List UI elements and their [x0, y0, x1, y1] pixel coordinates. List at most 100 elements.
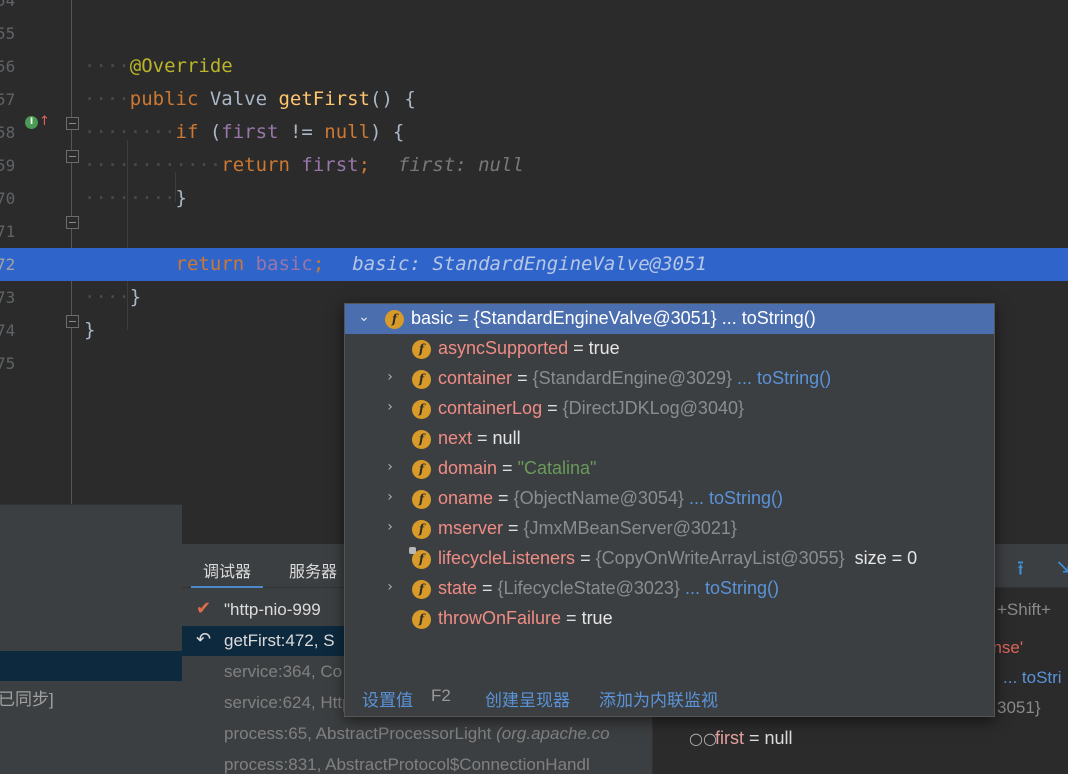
- line-number[interactable]: 55: [0, 24, 16, 43]
- code-line[interactable]: 54: [0, 0, 1068, 17]
- code-text: ········if (first != null) {: [84, 121, 404, 143]
- tostring-link[interactable]: ... toString(): [737, 368, 831, 388]
- step-out-icon[interactable]: ⭱: [1017, 554, 1024, 588]
- code-token: (: [198, 121, 222, 143]
- code-token: first: [301, 154, 359, 176]
- line-number[interactable]: 57: [0, 90, 16, 109]
- whitespace-dots: ········: [84, 187, 176, 209]
- frame-row[interactable]: process:831, AbstractProtocol$Connection…: [182, 750, 652, 774]
- var-value: {JmxMBeanServer@3021}: [523, 518, 737, 538]
- line-number[interactable]: 72: [0, 255, 16, 274]
- whitespace-dots: ········: [84, 253, 176, 275]
- field-icon: f: [412, 520, 431, 539]
- code-text: ····public Valve getFirst() {: [84, 88, 416, 110]
- chevron-right-icon[interactable]: ›: [383, 399, 397, 415]
- chevron-right-icon[interactable]: ›: [383, 369, 397, 385]
- line-number[interactable]: 56: [0, 57, 16, 76]
- var-name: asyncSupported: [438, 338, 569, 358]
- tree-field-state[interactable]: › f state = {LifecycleState@3023} ... toSt…: [345, 574, 994, 604]
- tree-field-next[interactable]: f next = null: [345, 424, 994, 454]
- set-value-link[interactable]: 设置值: [362, 686, 413, 711]
- field-icon: f: [412, 430, 431, 449]
- code-line[interactable]: 55: [0, 17, 1068, 50]
- line-number[interactable]: 75: [0, 354, 16, 373]
- inline-value-hint: basic: StandardEngineValve@3051: [352, 253, 707, 275]
- tostring-link[interactable]: ... toString(): [689, 488, 783, 508]
- selected-row[interactable]: [0, 651, 182, 681]
- chevron-right-icon[interactable]: ›: [383, 519, 397, 535]
- tab-debugger[interactable]: 调试器: [190, 558, 264, 589]
- fold-icon[interactable]: [66, 216, 79, 229]
- code-token: }: [175, 187, 187, 209]
- tree-field-container[interactable]: › f container = {StandardEngine@3029} ... …: [345, 364, 994, 394]
- fold-icon[interactable]: [66, 117, 79, 130]
- frame-row[interactable]: process:65, AbstractProcessorLight (org.…: [182, 719, 652, 749]
- field-icon: f: [412, 400, 431, 419]
- code-line[interactable]: 71: [0, 215, 1068, 248]
- frame-text: process:831, AbstractProtocol$Connection…: [224, 755, 590, 774]
- line-number[interactable]: 70: [0, 189, 16, 208]
- code-token: () {: [370, 88, 416, 110]
- tab-server[interactable]: 服务器: [289, 558, 337, 582]
- var-value: true: [581, 608, 613, 628]
- var-name: domain: [438, 458, 498, 478]
- watch-row[interactable]: ○○first = null: [689, 728, 793, 749]
- debug-left-pane: 已同步]: [0, 504, 182, 774]
- code-token: ;: [312, 253, 325, 275]
- inline-value-hint: first: null: [398, 154, 524, 176]
- line-number[interactable]: 58: [0, 123, 16, 142]
- var-name: container: [438, 368, 513, 388]
- field-icon: f: [385, 310, 404, 329]
- tostring-link[interactable]: ... toString(): [722, 308, 816, 328]
- implements-icon: I: [25, 116, 38, 129]
- code-token: }: [84, 319, 96, 341]
- code-line[interactable]: 56 ····@Override: [0, 50, 1068, 83]
- tree-root-basic[interactable]: ⌄ f basic = {StandardEngineValve@3051} .…: [345, 304, 994, 334]
- tostring-link[interactable]: ... toString(): [685, 578, 779, 598]
- add-inline-watch-link[interactable]: 添加为内联监视: [599, 686, 718, 711]
- execution-line[interactable]: 72 ········return basic; basic: StandardEn…: [0, 248, 1068, 281]
- tree-field-asyncSupported[interactable]: f asyncSupported = true: [345, 334, 994, 364]
- code-text: ····@Override: [84, 55, 233, 77]
- var-name: oname: [438, 488, 494, 508]
- code-line[interactable]: 58 ········if (first != null) {: [0, 116, 1068, 149]
- tree-field-lifecycleListeners[interactable]: f lifecycleListeners = {CopyOnWriteArrayL…: [345, 544, 994, 574]
- line-number[interactable]: 71: [0, 222, 16, 241]
- chevron-down-icon[interactable]: ⌄: [357, 309, 371, 325]
- object-ref: 3051}: [997, 698, 1041, 717]
- line-number[interactable]: 54: [0, 0, 16, 10]
- override-marker[interactable]: I ↑: [25, 114, 50, 132]
- code-line[interactable]: 70 ········}: [0, 182, 1068, 215]
- tostring-link[interactable]: ... toStri: [1003, 668, 1062, 688]
- step-arrow-icon[interactable]: ↘: [1055, 554, 1068, 578]
- line-number[interactable]: 74: [0, 321, 16, 340]
- code-line[interactable]: 57 ····public Valve getFirst() {: [0, 83, 1068, 116]
- tree-field-domain[interactable]: › f domain = "Catalina": [345, 454, 994, 484]
- var-value: {StandardEngineValve@3051}: [473, 308, 717, 328]
- chevron-right-icon[interactable]: ›: [383, 489, 397, 505]
- code-token: null: [324, 121, 371, 143]
- chevron-right-icon[interactable]: ›: [383, 459, 397, 475]
- code-text: ····}: [84, 286, 141, 308]
- var-name: basic: [411, 308, 454, 328]
- fold-icon[interactable]: [66, 150, 79, 163]
- code-text: ········return basic; basic: StandardEngi…: [84, 253, 707, 275]
- create-renderer-link[interactable]: 创建呈现器: [485, 686, 570, 711]
- field-icon: f: [412, 580, 431, 599]
- line-number[interactable]: 59: [0, 156, 16, 175]
- tree-field-mserver[interactable]: › f mserver = {JmxMBeanServer@3021}: [345, 514, 994, 544]
- line-number[interactable]: 73: [0, 288, 16, 307]
- var-value: true: [588, 338, 620, 358]
- code-line[interactable]: 59 ············return first; first: null: [0, 149, 1068, 182]
- code-token: @Override: [129, 55, 233, 77]
- tree-field-containerLog[interactable]: › f containerLog = {DirectJDKLog@3040}: [345, 394, 994, 424]
- field-icon: f: [409, 547, 431, 569]
- chevron-right-icon[interactable]: ›: [383, 579, 397, 595]
- whitespace-dots: ····: [84, 88, 130, 110]
- tree-field-throwOnFailure[interactable]: f throwOnFailure = true: [345, 604, 994, 634]
- tree-field-oname[interactable]: › f oname = {ObjectName@3054} ... toString…: [345, 484, 994, 514]
- fold-icon[interactable]: [66, 315, 79, 328]
- variable-popup[interactable]: ⌄ f basic = {StandardEngineValve@3051} .…: [344, 303, 995, 717]
- code-token: return: [221, 154, 290, 176]
